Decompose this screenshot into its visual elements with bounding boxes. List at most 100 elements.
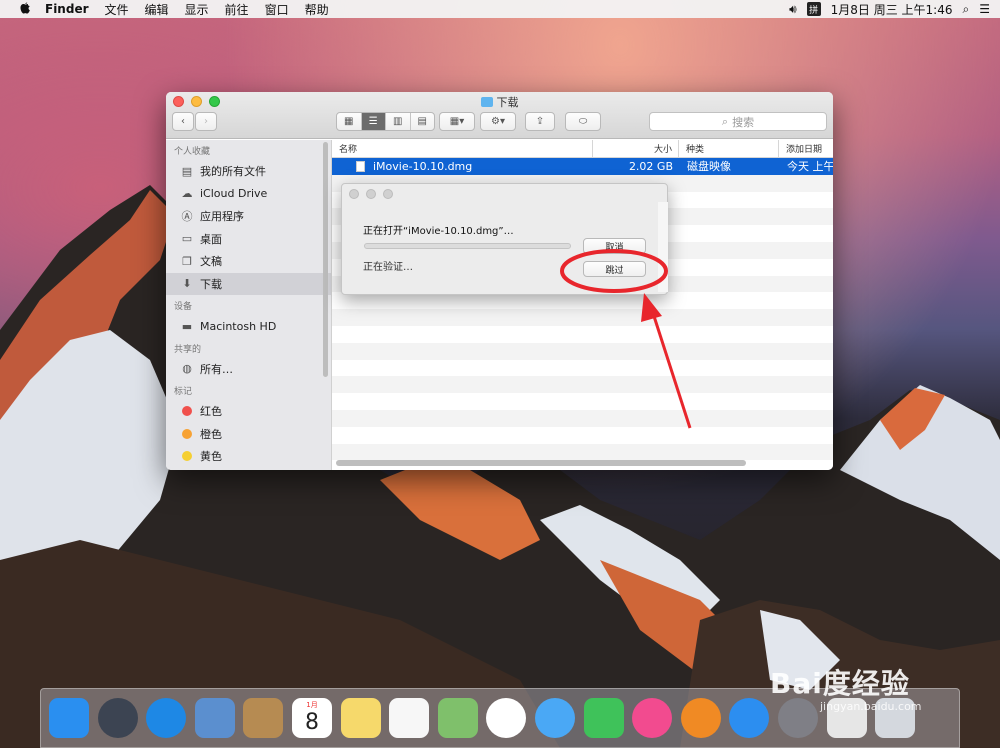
chevron-right-icon: › [204, 116, 208, 127]
empty-row [332, 427, 833, 444]
dialog-zoom-button[interactable] [383, 189, 393, 199]
sidebar-item-label: 文稿 [200, 255, 222, 269]
sidebar-item-label: 红色 [200, 405, 222, 419]
sidebar-item-all-files[interactable]: ▤ 我的所有文件 [166, 160, 331, 183]
list-view-button[interactable]: ☰ [361, 113, 386, 130]
search-placeholder: 搜索 [732, 115, 755, 129]
window-title: 下载 [166, 94, 833, 110]
applications-icon: Ⓐ [181, 210, 193, 224]
finder-icon[interactable] [49, 698, 89, 738]
itunes-icon[interactable] [632, 698, 673, 738]
apple-menu-icon[interactable] [17, 1, 33, 17]
empty-row [332, 376, 833, 394]
file-kind: 磁盘映像 [687, 160, 731, 174]
facetime-icon[interactable] [583, 698, 624, 738]
notes-icon[interactable] [340, 698, 381, 738]
sidebar-scrollbar[interactable] [323, 142, 328, 377]
network-icon: ◍ [182, 362, 192, 376]
sidebar-item-macintosh-hd[interactable]: ▬ Macintosh HD [166, 315, 331, 338]
hard-drive-icon: ▬ [181, 319, 193, 333]
sidebar-item-downloads[interactable]: ⬇ 下载 [166, 272, 331, 295]
skip-button[interactable]: 跳过 [583, 261, 646, 277]
cancel-button[interactable]: 取消 [583, 238, 646, 254]
menu-view[interactable]: 显示 [185, 1, 209, 18]
gear-icon: ⚙▾ [491, 116, 505, 127]
maps-icon[interactable] [437, 698, 478, 738]
horizontal-scrollbar[interactable] [336, 460, 746, 466]
chevron-left-icon: ‹ [181, 116, 185, 127]
app-store-icon[interactable] [729, 698, 770, 738]
column-header-name[interactable]: 名称 [332, 140, 593, 157]
sidebar-header-tags: 标记 [174, 387, 193, 397]
sidebar-item-label: 下载 [200, 277, 222, 291]
spotlight-icon[interactable]: ⌕ [963, 2, 970, 17]
sidebar-item-label: iCloud Drive [200, 187, 268, 201]
sidebar-item-icloud[interactable]: ☁ iCloud Drive [166, 183, 331, 206]
window-title-text: 下载 [496, 96, 519, 109]
notification-center-icon[interactable]: ☰ [979, 2, 990, 16]
volume-icon[interactable]: 🔊︎ [789, 2, 797, 17]
sidebar-item-tag-orange[interactable]: 橙色 [166, 423, 331, 446]
action-button[interactable]: ⚙▾ [480, 112, 516, 131]
sidebar-item-applications[interactable]: Ⓐ 应用程序 [166, 205, 331, 228]
contacts-icon[interactable] [243, 698, 284, 738]
dialog-title: 正在打开“iMovie-10.10.dmg”… [363, 226, 514, 237]
sidebar-item-tag-red[interactable]: 红色 [166, 400, 331, 423]
sidebar-item-label: 我的所有文件 [200, 165, 266, 179]
search-field[interactable]: ⌕ 搜索 [649, 112, 827, 131]
verify-progress-bar [364, 243, 571, 249]
calendar-month: 1月 [306, 701, 318, 709]
reminders-icon[interactable] [389, 698, 430, 738]
tag-dot-icon [180, 449, 194, 463]
safari-icon[interactable] [146, 698, 187, 738]
photos-icon[interactable] [486, 698, 527, 738]
empty-row [332, 443, 833, 461]
cover-flow-button[interactable]: ▤ [411, 113, 435, 130]
messages-icon[interactable] [534, 698, 575, 738]
share-button[interactable]: ⇪ [525, 112, 555, 131]
menu-help[interactable]: 帮助 [305, 1, 329, 18]
dialog-status: 正在验证… [363, 262, 413, 273]
mail-icon[interactable] [194, 698, 235, 738]
table-row[interactable]: iMovie-10.10.dmg 2.02 GB 磁盘映像 今天 上午1:4 [332, 158, 833, 175]
app-name-menu[interactable]: Finder [45, 2, 89, 16]
tag-icon: ⬭ [578, 116, 588, 127]
dialog-scroll-track [658, 202, 668, 292]
sidebar-item-tag-yellow[interactable]: 黄色 [166, 445, 331, 468]
back-button[interactable]: ‹ [172, 112, 194, 131]
column-header-date[interactable]: 添加日期 [779, 140, 833, 157]
dialog-close-button[interactable] [349, 189, 359, 199]
icon-view-button[interactable]: ▦ [337, 113, 362, 130]
clock[interactable]: 1月8日 周三 上午1:46 [831, 1, 953, 18]
calendar-day: 8 [304, 709, 319, 735]
menu-window[interactable]: 窗口 [265, 1, 289, 18]
sidebar-item-all-shared[interactable]: ◍ 所有… [166, 358, 331, 381]
watermark-logo: Bai度经验 [770, 667, 910, 700]
sidebar-header-shared: 共享的 [174, 344, 202, 355]
calendar-icon[interactable]: 1月 8 [291, 698, 332, 738]
menu-edit[interactable]: 编辑 [145, 1, 169, 18]
empty-row [332, 309, 833, 326]
forward-button[interactable]: › [195, 112, 217, 131]
sidebar-item-documents[interactable]: ❐ 文稿 [166, 250, 331, 273]
ibooks-icon[interactable] [680, 698, 721, 738]
cloud-icon: ☁ [181, 187, 193, 201]
input-method-icon[interactable]: 拼 [806, 2, 821, 16]
sidebar-item-desktop[interactable]: ▭ 桌面 [166, 228, 331, 251]
menu-go[interactable]: 前往 [225, 1, 249, 18]
column-view-button[interactable]: ▥ [386, 113, 411, 130]
sidebar-item-label: 桌面 [200, 232, 222, 246]
system-preferences-icon[interactable] [777, 698, 818, 738]
dialog-minimize-button[interactable] [366, 189, 376, 199]
column-headers: 名称 大小 种类 添加日期 [332, 140, 833, 158]
launchpad-icon[interactable] [97, 698, 138, 738]
all-files-icon: ▤ [181, 164, 193, 178]
column-header-kind[interactable]: 种类 [679, 140, 779, 157]
tag-button[interactable]: ⬭ [565, 112, 601, 131]
dialog-window-controls [349, 189, 400, 199]
file-size: 2.02 GB [628, 159, 673, 173]
column-header-size[interactable]: 大小 [593, 140, 679, 157]
arrange-button[interactable]: ▦▾ [439, 112, 475, 131]
watermark-url: jingyan.baidu.com [820, 700, 922, 713]
menu-file[interactable]: 文件 [105, 1, 129, 18]
